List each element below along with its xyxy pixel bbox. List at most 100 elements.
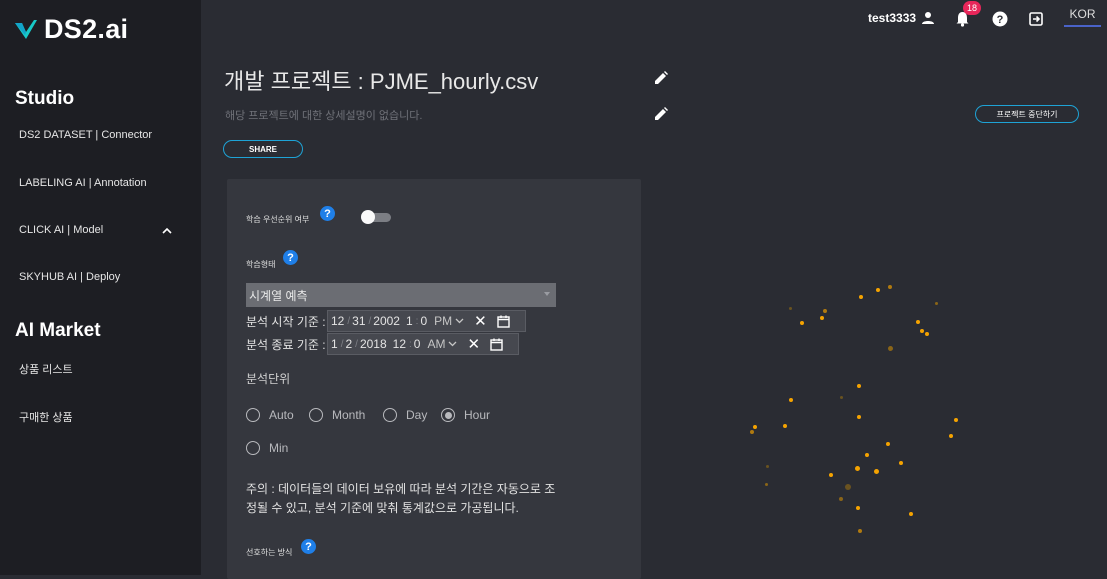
sidebar: DS2.ai Studio DS2 DATASET | Connector LA… (0, 0, 201, 575)
particle (839, 497, 843, 501)
radio-min[interactable]: Min (246, 441, 288, 455)
particle (925, 332, 929, 336)
radio-circle (309, 408, 323, 422)
calendar-icon[interactable] (497, 315, 510, 328)
radio-auto[interactable]: Auto (246, 408, 294, 422)
particle (888, 285, 892, 289)
help-icon[interactable]: ? (992, 11, 1008, 27)
particle (916, 320, 920, 324)
radio-label: Min (269, 441, 289, 455)
radio-hour[interactable]: Hour (441, 408, 490, 422)
start-minute[interactable]: 0 (420, 314, 427, 328)
clear-end-icon[interactable]: ✕ (467, 335, 480, 353)
page-title: 개발 프로젝트 : PJME_hourly.csv (224, 69, 539, 94)
priority-toggle[interactable] (361, 210, 391, 224)
particle (935, 302, 938, 305)
particle (859, 295, 863, 299)
edit-description-icon[interactable] (653, 106, 669, 122)
particle (845, 484, 851, 490)
logout-icon[interactable] (1028, 11, 1044, 27)
particle (783, 424, 787, 428)
help-icon[interactable]: ? (301, 539, 316, 554)
end-day[interactable]: 2 (345, 337, 352, 351)
end-datetime-picker[interactable]: 1/ 2/ 2018 12: 0 AM ✕ (327, 333, 519, 355)
toggle-knob (361, 210, 375, 224)
particle (909, 512, 913, 516)
sidebar-item-skyhub-ai[interactable]: SKYHUB AI | Deploy (19, 271, 120, 283)
notice-line-1: 주의 : 데이터들의 데이터 보유에 따라 분석 기간은 자동으로 조 (246, 482, 556, 496)
brand-name: DS2.ai (44, 14, 129, 44)
particle (954, 418, 958, 422)
start-year[interactable]: 2002 (373, 314, 400, 328)
end-hour[interactable]: 12 (393, 337, 406, 351)
particle (789, 307, 792, 310)
particle (920, 329, 924, 333)
particle (876, 288, 880, 292)
end-ampm-select[interactable]: AM (427, 337, 457, 351)
ai-market-section-title: AI Market (15, 320, 101, 341)
particle (949, 434, 953, 438)
calendar-icon[interactable] (490, 338, 503, 351)
particle (888, 346, 893, 351)
radio-month[interactable]: Month (309, 408, 365, 422)
clear-start-icon[interactable]: ✕ (474, 312, 487, 330)
language-selector[interactable]: KOR (1064, 7, 1101, 27)
priority-label: 학습 우선순위 여부 (246, 215, 310, 224)
particle (899, 461, 903, 465)
start-hour[interactable]: 1 (406, 314, 413, 328)
particle (800, 321, 804, 325)
radio-label: Hour (464, 408, 491, 422)
chevron-down-icon (449, 341, 457, 347)
particle (865, 453, 869, 457)
particle (858, 529, 862, 533)
edit-title-icon[interactable] (653, 70, 669, 86)
radio-circle (383, 408, 397, 422)
chevron-up-icon[interactable] (162, 226, 172, 236)
particle (823, 309, 827, 313)
radio-label: Auto (269, 408, 294, 422)
ds2-logo-icon (15, 19, 37, 39)
radio-label: Month (332, 408, 366, 422)
start-day[interactable]: 31 (352, 314, 365, 328)
help-icon[interactable]: ? (283, 250, 298, 265)
username: test3333 (868, 11, 917, 25)
particle (840, 396, 843, 399)
studio-section-title: Studio (15, 88, 75, 109)
sidebar-item-ds2-dataset[interactable]: DS2 DATASET | Connector (19, 129, 152, 141)
user-menu[interactable]: test3333 (868, 11, 935, 25)
end-month[interactable]: 1 (331, 337, 338, 351)
preferred-method-label: 선호하는 방식 (246, 548, 293, 557)
sidebar-item-purchased[interactable]: 구매한 상품 (19, 409, 73, 425)
radio-circle (246, 441, 260, 455)
start-ampm-select[interactable]: PM (434, 314, 464, 328)
end-minute[interactable]: 0 (414, 337, 421, 351)
share-button[interactable]: SHARE (223, 140, 303, 158)
particle (789, 398, 793, 402)
particle (750, 430, 754, 434)
radio-day[interactable]: Day (383, 408, 427, 422)
radio-circle-selected (441, 408, 455, 422)
start-month[interactable]: 12 (331, 314, 344, 328)
end-year[interactable]: 2018 (360, 337, 387, 351)
particle (857, 384, 861, 388)
notification-badge: 18 (963, 1, 981, 15)
end-ampm-value: AM (427, 337, 446, 351)
sidebar-item-click-ai[interactable]: CLICK AI | Model (19, 224, 103, 236)
particle (886, 442, 890, 446)
sidebar-item-labeling-ai[interactable]: LABELING AI | Annotation (19, 177, 147, 189)
analysis-unit-label: 분석단위 (246, 372, 291, 386)
training-type-select[interactable]: 시계열 예측 (246, 283, 556, 307)
help-icon[interactable]: ? (320, 206, 335, 221)
stop-project-button[interactable]: 프로젝트 중단하기 (975, 105, 1079, 123)
project-description: 해당 프로젝트에 대한 상세설명이 없습니다. (225, 110, 423, 122)
particle (820, 316, 824, 320)
sidebar-item-product-list[interactable]: 상품 리스트 (19, 361, 73, 377)
particle (857, 415, 861, 419)
start-datetime-picker[interactable]: 12/ 31/ 2002 1: 0 PM ✕ (327, 310, 526, 332)
particle (829, 473, 833, 477)
logo[interactable]: DS2.ai (14, 14, 128, 45)
particle (855, 466, 860, 471)
radio-label: Day (406, 408, 428, 422)
user-icon (922, 12, 935, 24)
training-type-value: 시계열 예측 (249, 288, 308, 303)
